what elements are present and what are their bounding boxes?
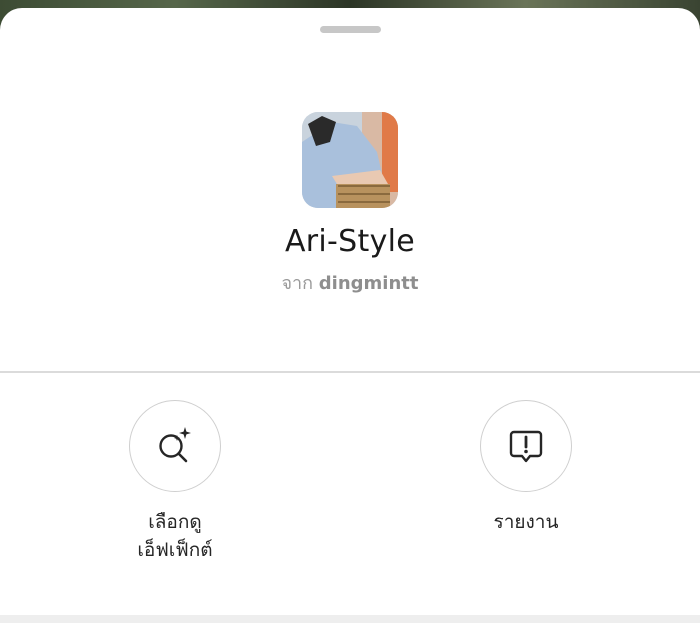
section-divider [0,371,700,373]
report-flag-icon [509,430,543,463]
creator-link[interactable]: dingmintt [319,273,419,294]
browse-effects-label-line1: เลือกดู [148,511,202,533]
browse-effects-label: เลือกดู เอ็ฟเฟ็กต์ [75,508,275,564]
sheet-drag-handle[interactable] [320,26,381,33]
byline-prefix: จาก [281,273,314,294]
report-circle[interactable] [480,400,572,492]
effect-byline: จาก dingmintt [0,268,700,297]
report-label-line1: รายงาน [493,511,559,533]
sparkle-search-icon [159,427,191,463]
browse-effects-circle[interactable] [129,400,221,492]
effect-thumbnail [302,112,398,208]
effect-title: Ari-Style [284,224,416,259]
report-button[interactable]: รายงาน [426,400,626,536]
browse-effects-label-line2: เอ็ฟเฟ็กต์ [137,539,213,561]
bottom-strip [0,615,700,623]
report-label: รายงาน [426,508,626,536]
browse-effects-button[interactable]: เลือกดู เอ็ฟเฟ็กต์ [75,400,275,564]
